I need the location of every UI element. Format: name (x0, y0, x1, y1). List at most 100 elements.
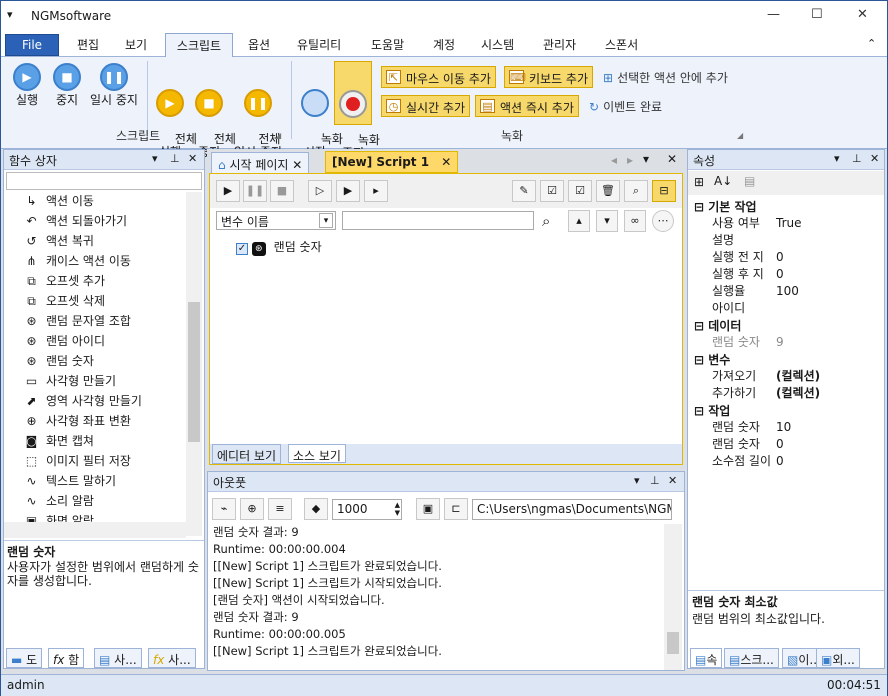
check-icon[interactable]: ☑ (568, 180, 592, 202)
tab-script-1[interactable]: [New] Script 1 ✕ (325, 151, 459, 173)
dropdown-icon[interactable]: ▾ (152, 152, 158, 165)
close-icon[interactable]: ✕ (668, 474, 677, 487)
add-action-now-button[interactable]: ▤ 액션 즉시 추가 (475, 95, 579, 117)
maximize-icon[interactable]: ☐ (811, 7, 823, 22)
edit-icon[interactable]: ✎ (512, 180, 536, 202)
menu-view[interactable]: 보기 (125, 36, 147, 53)
property-row[interactable]: 랜덤 숫자 10 (710, 419, 884, 436)
run-from-icon[interactable]: ▶ (336, 180, 360, 202)
category-task[interactable]: ⊟ 작업 (694, 402, 730, 419)
list-item[interactable]: ↳ 액션 이동 (26, 192, 94, 212)
clean-icon[interactable]: ⌁ (212, 498, 236, 520)
event-complete-button[interactable]: ↻ 이벤트 완료 (589, 98, 662, 115)
spin-icon[interactable]: ▲ ▼ (395, 501, 400, 517)
vertical-scrollbar[interactable] (664, 524, 682, 670)
close-icon[interactable]: ✕ (188, 152, 197, 165)
system-menu-icon[interactable]: ▾ (7, 8, 13, 21)
pin-icon[interactable]: ⊥ (650, 474, 660, 487)
dialog-launcher-icon[interactable]: ◢ (275, 131, 281, 140)
collapse-ribbon-icon[interactable]: ⌃ (867, 37, 876, 50)
menu-admin[interactable]: 관리자 (543, 36, 576, 53)
horizontal-scrollbar[interactable] (4, 522, 186, 538)
eraser-icon[interactable]: ◆ (304, 498, 328, 520)
property-row[interactable]: 아이디 (710, 300, 884, 317)
list-item[interactable]: ⋔ 캐이스 액션 이동 (26, 252, 130, 272)
scroll-tabs-right-icon[interactable]: ▸ (627, 153, 633, 167)
property-row[interactable]: 랜덤 숫자 0 (710, 436, 884, 453)
dropdown-icon[interactable]: ▾ (634, 474, 640, 487)
scrollbar-thumb[interactable] (188, 302, 200, 442)
property-row[interactable]: 설명 (710, 232, 884, 249)
variable-select[interactable]: 변수 이름 ▾ (216, 211, 336, 230)
alphabetical-icon[interactable]: A↓ (714, 174, 732, 188)
step-icon[interactable]: ▷ (308, 180, 332, 202)
log-path-field[interactable]: C:\Users\ngmas\Documents\NGM6\ (472, 499, 672, 520)
minimize-icon[interactable]: — (767, 7, 780, 22)
close-tab-icon[interactable]: ✕ (292, 158, 302, 172)
list-item[interactable]: ⊛ 랜덤 문자열 조합 (26, 312, 130, 332)
list-item[interactable]: ⊛ 랜덤 아이디 (26, 332, 105, 352)
list-item[interactable]: ⊛ 랜덤 숫자 (26, 352, 94, 372)
tab-properties[interactable]: ▤속 (690, 648, 723, 668)
category-basic[interactable]: ⊟ 기본 작업 (694, 198, 757, 215)
property-row[interactable]: 실행 전 지0 (710, 249, 884, 266)
more-icon[interactable]: ⋯ (652, 210, 674, 232)
move-up-icon[interactable]: ▴ (568, 210, 590, 232)
category-variable[interactable]: ⊟ 변수 (694, 351, 730, 368)
run-button[interactable]: ▶ 실행 (9, 63, 45, 107)
menu-file[interactable]: File (5, 34, 59, 56)
close-icon[interactable]: ✕ (857, 7, 868, 22)
checkbox[interactable]: ✓ (236, 243, 248, 255)
pin-icon[interactable]: ⊥ (170, 152, 180, 165)
vertical-scrollbar[interactable] (186, 192, 202, 536)
run-selected-icon[interactable]: ▸ (364, 180, 388, 202)
scrollbar-thumb[interactable] (667, 632, 679, 654)
list-item[interactable]: ⬚ 이미지 필터 저장 (26, 452, 131, 472)
property-row[interactable]: 랜덤 숫자 9 (710, 334, 884, 351)
add-inside-button[interactable]: ⊞ 선택한 액션 안에 추가 (603, 69, 728, 86)
property-row[interactable]: 소수점 길이 0 (710, 453, 884, 470)
check-all-icon[interactable]: ☑ (540, 180, 564, 202)
save-icon[interactable]: ▣ (416, 498, 440, 520)
tab-editor-view[interactable]: 에디터 보기 (212, 444, 282, 464)
list-icon[interactable]: ≡ (268, 498, 292, 520)
move-down-icon[interactable]: ▾ (596, 210, 618, 232)
close-icon[interactable]: ✕ (667, 152, 677, 166)
menu-edit[interactable]: 편집 (77, 36, 99, 53)
run-script-icon[interactable]: ▶ (216, 180, 240, 202)
list-item[interactable]: ◙ 화면 캡쳐 (26, 432, 94, 452)
add-realtime-button[interactable]: ◷ 실시간 추가 (381, 95, 471, 117)
tab-script[interactable]: ▤스크... (724, 648, 779, 668)
loop-icon[interactable]: ∞ (624, 210, 646, 232)
add-mouse-move-button[interactable]: ⇱ 마우스 이동 추가 (381, 66, 496, 88)
new-log-icon[interactable]: ⊕ (240, 498, 264, 520)
property-row[interactable]: 실행율 100 (710, 283, 884, 300)
tab-function[interactable]: fx 함 (48, 648, 85, 668)
list-item[interactable]: ▭ 사각형 만들기 (26, 372, 116, 392)
menu-account[interactable]: 계정 (433, 36, 455, 53)
pause-button[interactable]: ❚❚ 일시 중지 (87, 63, 141, 107)
record-stop-button[interactable]: 녹화 중지 (334, 61, 380, 160)
tree-view-icon[interactable]: ⊟ (652, 180, 676, 202)
property-row[interactable]: 가져오기 (컬렉션) (710, 368, 884, 385)
list-item[interactable]: ∿ 소리 알람 (26, 492, 94, 512)
dialog-launcher-icon[interactable]: ◢ (737, 131, 743, 140)
close-tab-icon[interactable]: ✕ (441, 155, 451, 169)
dropdown-icon[interactable]: ▾ (834, 152, 840, 165)
menu-utility[interactable]: 유틸리티 (297, 36, 341, 53)
property-row[interactable]: 사용 여부 True (710, 215, 884, 232)
categorized-icon[interactable]: ⊞ (694, 175, 704, 189)
search-icon[interactable]: ⌕ (624, 180, 648, 202)
line-count-spinner[interactable]: 1000 ▲ ▼ (332, 499, 402, 520)
property-row[interactable]: 실행 후 지0 (710, 266, 884, 283)
search-icon[interactable]: ⌕ (542, 212, 550, 230)
variable-value-input[interactable] (342, 211, 534, 230)
menu-sponsor[interactable]: 스폰서 (605, 36, 638, 53)
add-keyboard-button[interactable]: ⌨ 키보드 추가 (504, 66, 594, 88)
folder-icon[interactable]: ⊏ (444, 498, 468, 520)
menu-script[interactable]: 스크립트 (165, 33, 233, 58)
list-item[interactable]: ↶ 액션 되돌아가기 (26, 212, 127, 232)
scroll-tabs-left-icon[interactable]: ◂ (611, 153, 617, 167)
menu-help[interactable]: 도움말 (371, 36, 404, 53)
tab-user-function[interactable]: fx 사... (148, 648, 196, 668)
